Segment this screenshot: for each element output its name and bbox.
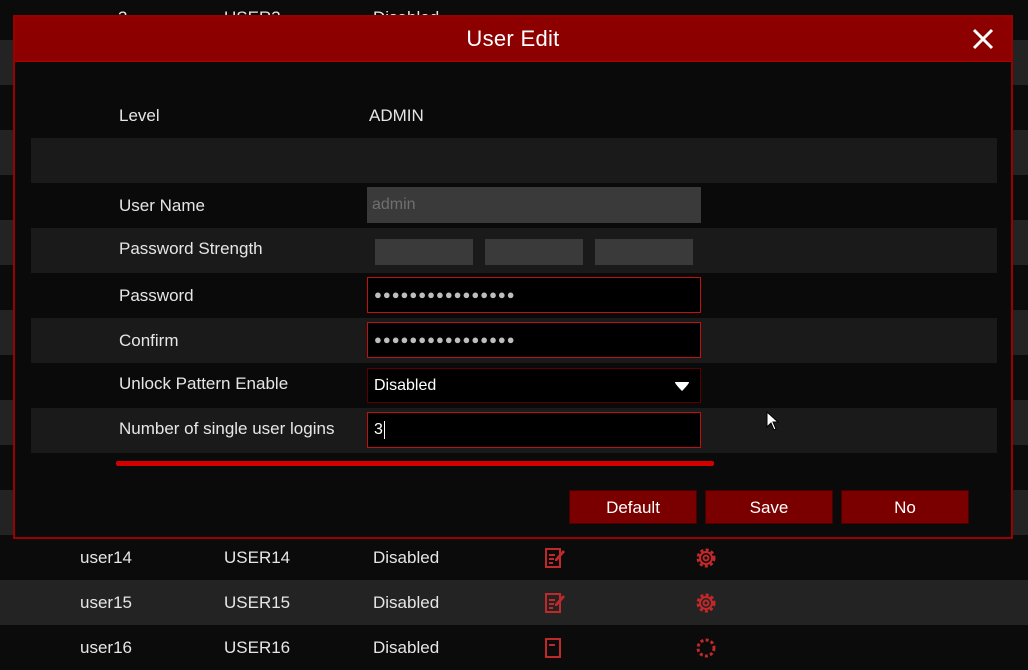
strength-bar-strong bbox=[595, 239, 693, 265]
single-logins-label: Number of single user logins bbox=[119, 419, 335, 438]
single-logins-value: 3 bbox=[374, 421, 383, 438]
table-row[interactable]: user14 USER14 Disabled bbox=[0, 535, 1028, 580]
single-logins-row: Number of single user logins 3 bbox=[31, 408, 997, 453]
confirm-password-field[interactable]: ●●●●●●●●●●●●●●●● bbox=[367, 322, 701, 358]
gear-icon[interactable] bbox=[694, 546, 718, 570]
table-cell-name: USER15 bbox=[224, 593, 291, 612]
user-name-row: User Name admin bbox=[31, 183, 997, 228]
text-caret bbox=[383, 420, 385, 439]
strength-bar-medium bbox=[485, 239, 583, 265]
gear-icon[interactable] bbox=[694, 636, 718, 660]
no-button[interactable]: No bbox=[841, 490, 969, 524]
save-button[interactable]: Save bbox=[705, 490, 833, 524]
spacer-row bbox=[31, 138, 997, 183]
table-row[interactable]: user15 USER15 Disabled bbox=[0, 580, 1028, 625]
chevron-down-icon bbox=[675, 382, 689, 391]
table-cell-status: Disabled bbox=[373, 593, 440, 612]
unlock-pattern-value: Disabled bbox=[374, 377, 437, 394]
unlock-pattern-select[interactable]: Disabled bbox=[367, 368, 701, 403]
table-cell-status: Disabled bbox=[373, 548, 440, 567]
edit-icon[interactable] bbox=[544, 637, 566, 659]
table-cell-user: user14 bbox=[80, 548, 132, 567]
password-strength-row: Password Strength bbox=[31, 228, 997, 273]
unlock-pattern-label: Unlock Pattern Enable bbox=[119, 374, 289, 393]
edit-icon[interactable] bbox=[544, 592, 566, 614]
strength-bar-weak bbox=[375, 239, 473, 265]
dialog-title: User Edit bbox=[466, 26, 560, 51]
password-label: Password bbox=[119, 286, 194, 305]
password-strength-label: Password Strength bbox=[119, 239, 263, 258]
single-logins-input[interactable]: 3 bbox=[367, 412, 701, 448]
user-name-field[interactable]: admin bbox=[367, 187, 701, 223]
password-field[interactable]: ●●●●●●●●●●●●●●●● bbox=[367, 277, 701, 313]
password-row: Password ●●●●●●●●●●●●●●●● bbox=[31, 273, 997, 318]
default-button[interactable]: Default bbox=[569, 490, 697, 524]
confirm-label: Confirm bbox=[119, 331, 179, 350]
confirm-row: Confirm ●●●●●●●●●●●●●●●● bbox=[31, 318, 997, 363]
gear-icon[interactable] bbox=[694, 591, 718, 615]
user-edit-dialog: User Edit Level ADMIN User Name admin Pa… bbox=[13, 15, 1013, 539]
table-cell-user: user15 bbox=[80, 593, 132, 612]
dialog-header: User Edit bbox=[15, 17, 1011, 62]
table-cell-name: USER14 bbox=[224, 548, 291, 567]
edit-icon[interactable] bbox=[544, 547, 566, 569]
highlight-underline bbox=[116, 461, 714, 466]
level-label: Level bbox=[119, 106, 160, 125]
user-name-label: User Name bbox=[119, 196, 205, 215]
mouse-cursor-icon bbox=[766, 411, 780, 431]
close-icon[interactable] bbox=[969, 25, 997, 53]
level-row: Level ADMIN bbox=[31, 93, 997, 138]
unlock-pattern-row: Unlock Pattern Enable Disabled bbox=[31, 363, 997, 408]
level-value: ADMIN bbox=[369, 106, 424, 125]
